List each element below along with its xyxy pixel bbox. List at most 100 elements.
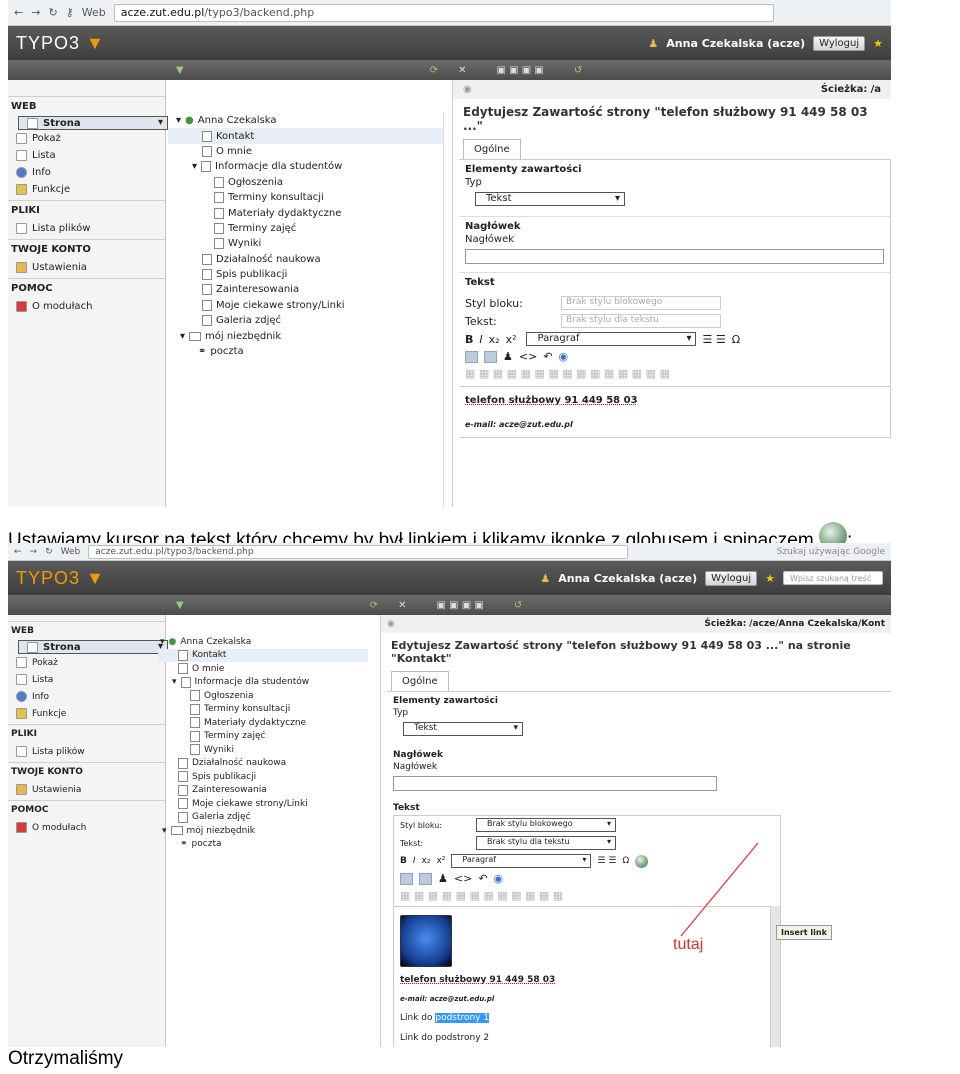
tekst-style-select[interactable]: Brak stylu dla tekstu	[561, 314, 721, 328]
subscript-button[interactable]: x₂	[489, 333, 500, 346]
menu-section-pomoc[interactable]: POMOC	[8, 278, 165, 298]
tree-node[interactable]: Kontakt	[158, 648, 368, 662]
undo-icon[interactable]: ↺	[514, 600, 522, 611]
tree-node[interactable]: Ogłoszenia	[158, 689, 368, 703]
logout-button[interactable]: Wyloguj	[813, 35, 866, 51]
user-name[interactable]: Anna Czekalska (acze)	[666, 37, 805, 50]
save-icon[interactable]: ▣ ▣ ▣ ▣	[496, 65, 543, 76]
tree-node[interactable]: Galeria zdjęć	[158, 811, 368, 825]
smiley-image[interactable]	[400, 915, 452, 967]
tree-node[interactable]: Kontakt	[168, 128, 443, 144]
tree-node[interactable]: O mnie	[158, 662, 368, 676]
undo-icon[interactable]: ↶	[543, 350, 552, 363]
find-icon[interactable]: ♟	[438, 872, 448, 885]
close-icon[interactable]: ✕	[458, 65, 466, 76]
table-tools-icon[interactable]: ▦ ▦ ▦ ▦ ▦ ▦ ▦ ▦ ▦ ▦ ▦ ▦	[400, 889, 563, 902]
menu-item-info[interactable]: Info	[8, 688, 165, 705]
menu-item-o-modulach[interactable]: O modułach	[8, 298, 165, 315]
tekst-style-select[interactable]: Brak stylu dla tekstu	[476, 836, 616, 850]
search-input[interactable]: Wpisz szukaną treść	[783, 571, 883, 585]
save-icon[interactable]: ▣ ▣ ▣ ▣	[436, 600, 483, 611]
tree-node[interactable]: Terminy zajęć	[158, 730, 368, 744]
find-icon[interactable]: ♟	[503, 350, 513, 363]
tree-node[interactable]: ▾ Informacje dla studentów	[158, 676, 368, 690]
forward-icon[interactable]: →	[30, 547, 38, 557]
menu-item-strona[interactable]: Strona	[18, 116, 168, 130]
image-icon[interactable]	[400, 872, 413, 885]
naglowek-input[interactable]	[465, 249, 884, 264]
menu-item-lista-plikow[interactable]: Lista plików	[8, 220, 165, 237]
menu-item-funkcje[interactable]: Funkcje	[8, 181, 165, 198]
styl-bloku-select[interactable]: Brak stylu blokowego	[561, 296, 721, 310]
menu-item-ustawienia[interactable]: Ustawienia	[8, 259, 165, 276]
source-icon[interactable]: <>	[519, 350, 537, 363]
list-icon[interactable]: ☰ ☰	[702, 333, 725, 346]
char-map-icon[interactable]: Ω	[732, 333, 740, 346]
tab-ogolne[interactable]: Ogólne	[463, 139, 521, 159]
back-icon[interactable]: ←	[14, 547, 22, 557]
tree-node[interactable]: Materiały dydaktyczne	[158, 716, 368, 730]
list-icon[interactable]: ☰ ☰	[597, 856, 616, 866]
reload-icon[interactable]: ↻	[45, 547, 53, 557]
menu-section-pliki[interactable]: PLIKI	[8, 724, 165, 743]
star-icon[interactable]: ★	[873, 37, 883, 50]
tree-node[interactable]: Moje ciekawe strony/Linki	[168, 298, 443, 313]
subscript-button[interactable]: x₂	[422, 856, 431, 866]
tree-node[interactable]: Galeria zdjęć	[168, 313, 443, 328]
menu-item-lista[interactable]: Lista	[8, 147, 165, 164]
superscript-button[interactable]: x²	[506, 333, 517, 346]
typ-select[interactable]: Tekst	[403, 722, 523, 736]
user-name[interactable]: Anna Czekalska (acze)	[558, 572, 697, 585]
menu-item-o-modulach[interactable]: O modułach	[8, 819, 165, 836]
google-search[interactable]: Szukaj używając Google	[777, 547, 885, 557]
paragraph-select[interactable]: Paragraf	[526, 332, 697, 346]
menu-section-web[interactable]: WEB	[8, 96, 165, 116]
tree-node[interactable]: ⚭ poczta	[168, 344, 443, 359]
source-icon[interactable]: <>	[454, 872, 472, 885]
bold-button[interactable]: B	[465, 333, 473, 346]
naglowek-input[interactable]	[393, 776, 717, 791]
filter-icon[interactable]: ▼	[176, 65, 184, 76]
help-icon[interactable]: ◉	[387, 619, 395, 629]
tree-node[interactable]: O mnie	[168, 144, 443, 159]
menu-item-lista[interactable]: Lista	[8, 671, 165, 688]
tab-ogolne[interactable]: Ogólne	[391, 671, 449, 691]
logout-button[interactable]: Wyloguj	[705, 570, 758, 586]
tree-node[interactable]: Terminy konsultacji	[158, 703, 368, 717]
tree-node[interactable]: ▾ ● Anna Czekalska	[158, 635, 368, 649]
table-tools-icon[interactable]: ▦ ▦ ▦ ▦ ▦ ▦ ▦ ▦ ▦ ▦ ▦ ▦ ▦ ▦ ▦	[465, 367, 670, 380]
insert-link-icon[interactable]	[635, 854, 649, 868]
tree-node[interactable]: Wyniki	[158, 743, 368, 757]
superscript-button[interactable]: x²	[436, 856, 445, 866]
tree-node[interactable]: Działalność naukowa	[168, 252, 443, 267]
star-icon[interactable]: ★	[765, 572, 775, 585]
char-map-icon[interactable]: Ω	[622, 856, 629, 866]
refresh-icon[interactable]: ⟳	[430, 65, 438, 76]
help-icon[interactable]: ◉	[463, 84, 472, 95]
menu-item-info[interactable]: Info	[8, 164, 165, 181]
menu-item-funkcje[interactable]: Funkcje	[8, 705, 165, 722]
tree-node[interactable]: Terminy konsultacji	[168, 190, 443, 205]
tree-node[interactable]: ▾ mój niezbędnik	[168, 328, 443, 343]
menu-item-pokaz[interactable]: Pokaż	[8, 130, 165, 147]
table-icon[interactable]	[484, 350, 497, 363]
menu-section-web[interactable]: WEB	[8, 621, 165, 640]
back-icon[interactable]: ←	[14, 6, 23, 19]
refresh-icon[interactable]: ⟳	[370, 600, 378, 611]
reload-icon[interactable]: ↻	[48, 6, 57, 19]
styl-bloku-select[interactable]: Brak stylu blokowego	[476, 818, 616, 832]
menu-section-pomoc[interactable]: POMOC	[8, 800, 165, 819]
tree-node[interactable]: ▾ ● Anna Czekalska	[168, 113, 443, 128]
filter-icon[interactable]: ▼	[176, 600, 184, 611]
tree-node[interactable]: ▾ mój niezbędnik	[158, 824, 368, 838]
paragraph-select[interactable]: Paragraf	[451, 854, 592, 868]
image-icon[interactable]	[465, 350, 478, 363]
undo-icon[interactable]: ↺	[574, 65, 582, 76]
menu-item-strona[interactable]: Strona	[18, 640, 168, 654]
forward-icon[interactable]: →	[31, 6, 40, 19]
close-icon[interactable]: ✕	[398, 600, 406, 611]
tree-node[interactable]: ▾ Informacje dla studentów	[168, 159, 443, 174]
address-bar[interactable]: acze.zut.edu.pl/typo3/backend.php	[88, 544, 629, 559]
tree-node[interactable]: Działalność naukowa	[158, 757, 368, 771]
menu-section-konto[interactable]: TWOJE KONTO	[8, 239, 165, 259]
